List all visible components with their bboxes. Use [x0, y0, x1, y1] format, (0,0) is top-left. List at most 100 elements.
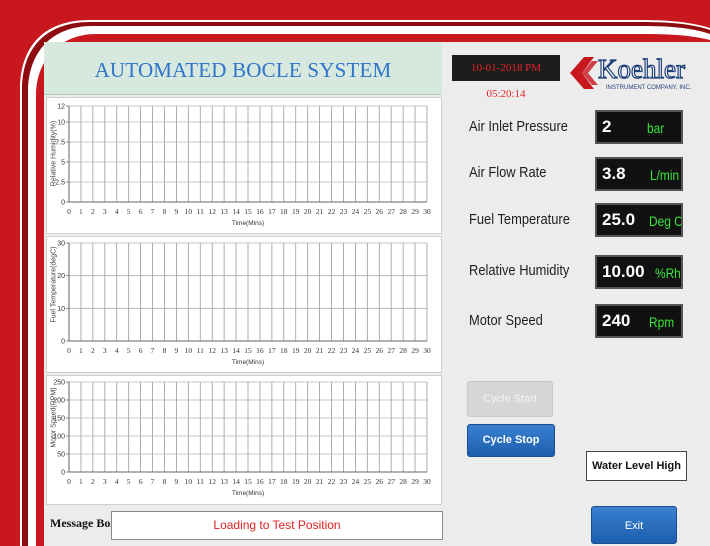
chart-x-tick-label: 22: [328, 477, 336, 486]
chart-x-tick-label: 18: [280, 477, 288, 486]
chart-x-tick-label: 0: [67, 477, 71, 486]
chart-x-tick-label: 30: [423, 207, 431, 216]
chart-x-tick-label: 5: [127, 346, 131, 355]
chart-x-tick-label: 24: [352, 346, 360, 355]
fuel-temperature-chart-plot: 0 1 2 3 4 5 6 7 8 9 10 11 12 13 14 15 16 17 18 19 20 21 22 23 24…: [57, 241, 431, 367]
chart-y-tick-label: 0: [61, 200, 65, 207]
relative-humidity-display: 10.00 %Rh: [595, 255, 683, 289]
chart-x-tick-label: 10: [185, 207, 193, 216]
chart-x-tick-label: 1: [79, 207, 83, 216]
chart-y-tick-label: 10: [57, 120, 65, 127]
chart-x-tick-label: 6: [139, 346, 143, 355]
air-inlet-pressure-label: Air Inlet Pressure: [469, 118, 568, 135]
fuel-temperature-label: Fuel Temperature: [469, 211, 570, 228]
chart-x-tick-label: 30: [423, 477, 431, 486]
chart-x-tick-label: 3: [103, 346, 107, 355]
chart-x-tick-label: 12: [208, 477, 216, 486]
chart-y-tick-label: 20: [57, 273, 65, 280]
app-title: AUTOMATED BOCLE SYSTEM: [94, 58, 392, 82]
relative-humidity-value: 10.00: [602, 262, 645, 281]
chart-x-tick-label: 6: [139, 207, 143, 216]
relative-humidity-label: Relative Humidity: [469, 262, 570, 279]
chart-x-tick-label: 22: [328, 346, 336, 355]
chart-x-tick-label: 2: [91, 346, 95, 355]
chart-x-tick-label: 24: [352, 477, 360, 486]
chart-x-tick-label: 23: [340, 477, 348, 486]
motor-speed-value: 240: [602, 311, 631, 330]
chart-x-tick-label: 17: [268, 346, 276, 355]
chart-x-tick-label: 8: [163, 207, 167, 216]
air-inlet-pressure-value: 2: [602, 117, 612, 136]
datetime-display: 10-01-2018 PM 05:20:14: [452, 55, 560, 100]
chart-x-tick-label: 15: [244, 207, 252, 216]
cycle-stop-button[interactable]: Cycle Stop: [467, 424, 555, 457]
chart-x-tick-label: 9: [175, 477, 179, 486]
chart-x-tick-label: 25: [364, 207, 372, 216]
chart-x-tick-label: 29: [411, 346, 419, 355]
chart-x-tick-label: 7: [151, 207, 155, 216]
exit-button[interactable]: Exit: [591, 506, 677, 544]
chart-x-tick-label: 8: [163, 477, 167, 486]
message-box-label: Message Box: [50, 516, 117, 530]
title-bar: AUTOMATED BOCLE SYSTEM: [44, 42, 442, 95]
humidity-chart-ylabel: Relative Humidity(%): [50, 120, 58, 187]
chart-x-tick-label: 20: [304, 477, 312, 486]
chart-x-tick-label: 1: [79, 477, 83, 486]
chart-x-axis-label: Time(Mins): [232, 359, 264, 366]
chart-x-tick-label: 8: [163, 346, 167, 355]
chart-y-tick-label: 30: [57, 241, 65, 248]
chart-x-tick-label: 9: [175, 207, 179, 216]
chart-x-tick-label: 26: [376, 346, 384, 355]
water-level-status: Water Level High: [586, 451, 687, 481]
chart-x-tick-label: 19: [292, 477, 300, 486]
chart-x-axis-label: Time(Mins): [232, 490, 264, 497]
koehler-logo-icon: Koehler INSTRUMENT COMPANY, INC.: [570, 53, 692, 91]
chart-x-tick-label: 4: [115, 346, 119, 355]
chart-x-tick-label: 10: [185, 346, 193, 355]
chart-x-tick-label: 27: [387, 207, 395, 216]
chart-x-tick-label: 9: [175, 346, 179, 355]
chart-x-tick-label: 5: [127, 207, 131, 216]
air-flow-rate-label: Air Flow Rate: [469, 164, 547, 181]
chart-y-tick-label: 50: [57, 452, 65, 459]
fuel-temperature-value: 25.0: [602, 210, 636, 229]
message-box: Loading to Test Position: [111, 511, 443, 540]
chart-x-tick-label: 17: [268, 477, 276, 486]
chart-x-tick-label: 20: [304, 207, 312, 216]
chart-x-tick-label: 10: [185, 477, 193, 486]
chart-x-tick-label: 3: [103, 477, 107, 486]
chart-x-tick-label: 11: [197, 346, 204, 355]
chart-x-tick-label: 20: [304, 346, 312, 355]
svg-text:Koehler: Koehler: [598, 54, 685, 84]
motor-speed-unit: Rpm: [649, 314, 675, 330]
fuel-temperature-chart: 0 1 2 3 4 5 6 7 8 9 10 11 12 13 14 15 16 17 18 19 20 21 22 23 24…: [46, 236, 442, 373]
chart-x-axis-label: Time(Mins): [232, 220, 264, 227]
relative-humidity-unit: %Rh: [655, 265, 681, 281]
chart-x-tick-label: 5: [127, 477, 131, 486]
chart-y-tick-label: 10: [57, 306, 65, 313]
cycle-start-button[interactable]: Cycle Start: [467, 381, 553, 417]
chart-x-tick-label: 21: [316, 346, 324, 355]
fuel-temperature-unit: Deg C: [649, 213, 683, 229]
chart-x-tick-label: 19: [292, 207, 300, 216]
chart-x-tick-label: 2: [91, 207, 95, 216]
motor-speed-label: Motor Speed: [469, 312, 543, 329]
chart-x-tick-label: 0: [67, 346, 71, 355]
motor-speed-chart-ylabel: Motor Speed(RPM): [50, 387, 58, 448]
chart-x-tick-label: 25: [364, 346, 372, 355]
chart-x-tick-label: 23: [340, 346, 348, 355]
chart-x-tick-label: 24: [352, 207, 360, 216]
chart-x-tick-label: 7: [151, 477, 155, 486]
chart-x-tick-label: 17: [268, 207, 276, 216]
motor-speed-chart: 0 1 2 3 4 5 6 7 8 9 10 11 12 13 14 15 16 17 18 19 20 21 22 23 24…: [46, 375, 442, 505]
fuel-temperature-display: 25.0 Deg C: [595, 203, 683, 237]
chart-x-tick-label: 27: [387, 346, 395, 355]
chart-x-tick-label: 16: [256, 346, 264, 355]
chart-x-tick-label: 4: [115, 207, 119, 216]
air-flow-rate-display: 3.8 L/min: [595, 157, 683, 191]
chart-x-tick-label: 16: [256, 207, 264, 216]
chart-x-tick-label: 26: [376, 207, 384, 216]
fuel-temperature-chart-ylabel: Fuel Temperature(degC): [50, 246, 58, 323]
chart-x-tick-label: 11: [197, 207, 204, 216]
chart-x-tick-label: 29: [411, 207, 419, 216]
